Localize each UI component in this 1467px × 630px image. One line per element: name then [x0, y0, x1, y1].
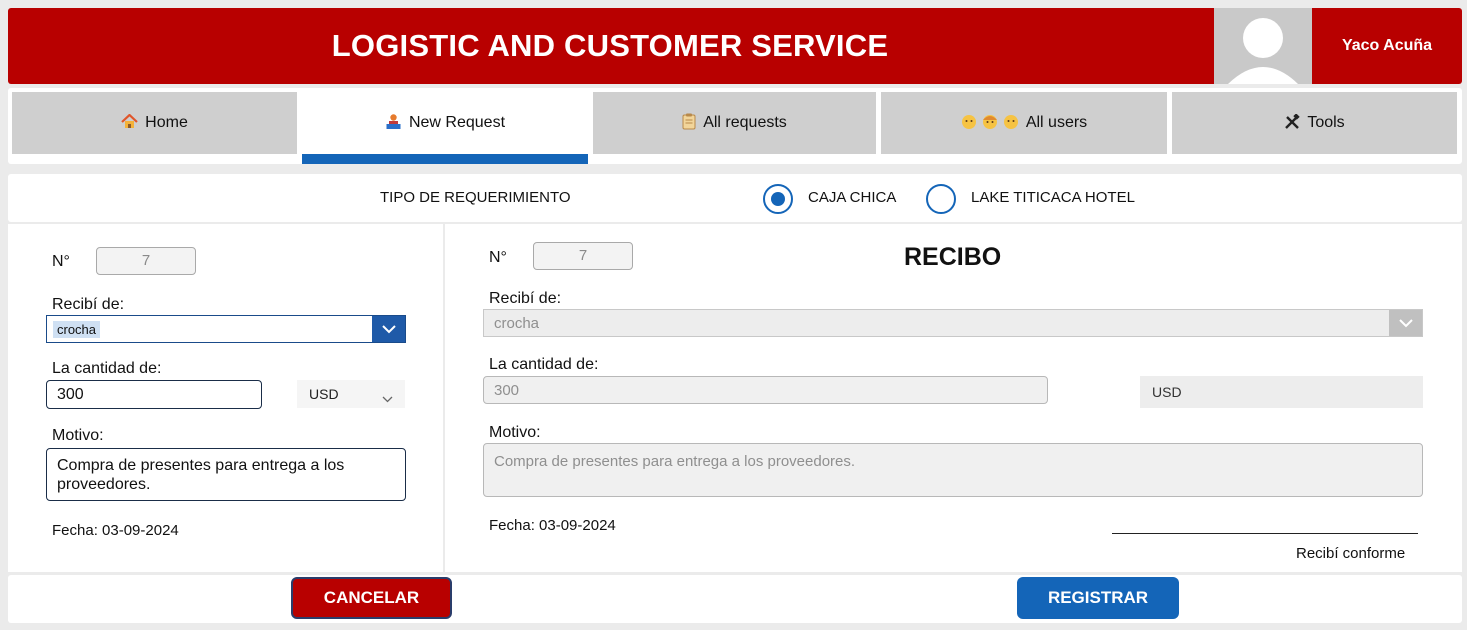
request-type-bar	[8, 174, 1462, 222]
receipt-received-from-label: Recibí de:	[489, 290, 562, 307]
tab-home[interactable]: Home	[12, 92, 297, 154]
receipt-reason-field: Compra de presentes para entrega a los p…	[483, 443, 1423, 497]
signature-label: Recibí conforme	[1296, 545, 1406, 562]
tools-icon	[1284, 112, 1300, 133]
user-avatar-icon	[1214, 8, 1312, 84]
received-from-label: Recibí de:	[52, 296, 125, 313]
app-title: LOGISTIC AND CUSTOMER SERVICE	[331, 28, 889, 63]
receipt-number-field: 7	[533, 242, 633, 270]
person-inbox-icon	[385, 113, 402, 133]
tab-new-request-label: New Request	[408, 114, 506, 131]
currency-value: USD	[309, 386, 339, 402]
tab-all-users[interactable]: All users	[881, 92, 1167, 154]
receipt-reason-label: Motivo:	[489, 424, 541, 441]
active-tab-indicator	[302, 154, 588, 164]
receipt-amount-field: 300	[483, 376, 1048, 404]
clipboard-icon	[682, 113, 696, 133]
tab-all-users-label: All users	[1025, 114, 1088, 131]
reason-label: Motivo:	[52, 427, 104, 444]
date-text: Fecha: 03-09-2024	[52, 522, 179, 539]
receipt-title: RECIBO	[904, 243, 1002, 271]
radio-lake-titicaca-hotel-label[interactable]: LAKE TITICACA HOTEL	[971, 189, 1135, 206]
received-from-value: crocha	[53, 320, 101, 338]
receipt-number-label: N°	[489, 249, 507, 266]
action-bar	[8, 575, 1462, 623]
reason-textarea[interactable]: Compra de presentes para entrega a los p…	[46, 448, 406, 501]
tab-all-requests[interactable]: All requests	[593, 92, 876, 154]
number-field: 7	[96, 247, 196, 275]
tab-all-requests-label: All requests	[703, 114, 787, 131]
number-label: N°	[52, 253, 70, 270]
tab-home-label: Home	[145, 114, 188, 131]
amount-input[interactable]: 300	[46, 380, 262, 409]
people-icon	[961, 114, 1019, 133]
house-icon	[121, 113, 138, 132]
cancel-button[interactable]: CANCELAR	[291, 577, 452, 619]
tab-tools-label: Tools	[1307, 114, 1345, 131]
receipt-amount-label: La cantidad de:	[489, 356, 599, 373]
tab-new-request[interactable]: New Request	[302, 92, 588, 154]
chevron-down-icon	[382, 390, 393, 406]
currency-select[interactable]: USD	[297, 380, 405, 408]
radio-lake-titicaca-hotel[interactable]	[926, 184, 956, 214]
receipt-received-from-select: crocha	[483, 309, 1423, 337]
chevron-down-icon	[1389, 310, 1422, 336]
request-type-label: TIPO DE REQUERIMIENTO	[380, 189, 571, 206]
tab-tools[interactable]: Tools	[1172, 92, 1457, 154]
receipt-currency-field: USD	[1140, 376, 1423, 408]
register-button[interactable]: REGISTRAR	[1017, 577, 1179, 619]
signature-line	[1112, 533, 1418, 534]
chevron-down-icon[interactable]	[372, 316, 405, 342]
user-name[interactable]: Yaco Acuña	[1312, 8, 1462, 84]
received-from-select[interactable]: crocha	[46, 315, 406, 343]
amount-label: La cantidad de:	[52, 360, 162, 377]
receipt-date-text: Fecha: 03-09-2024	[489, 517, 616, 534]
radio-caja-chica[interactable]	[763, 184, 793, 214]
avatar[interactable]	[1214, 8, 1312, 84]
receipt-received-from-value: crocha	[494, 314, 540, 332]
radio-caja-chica-label[interactable]: CAJA CHICA	[808, 189, 896, 206]
